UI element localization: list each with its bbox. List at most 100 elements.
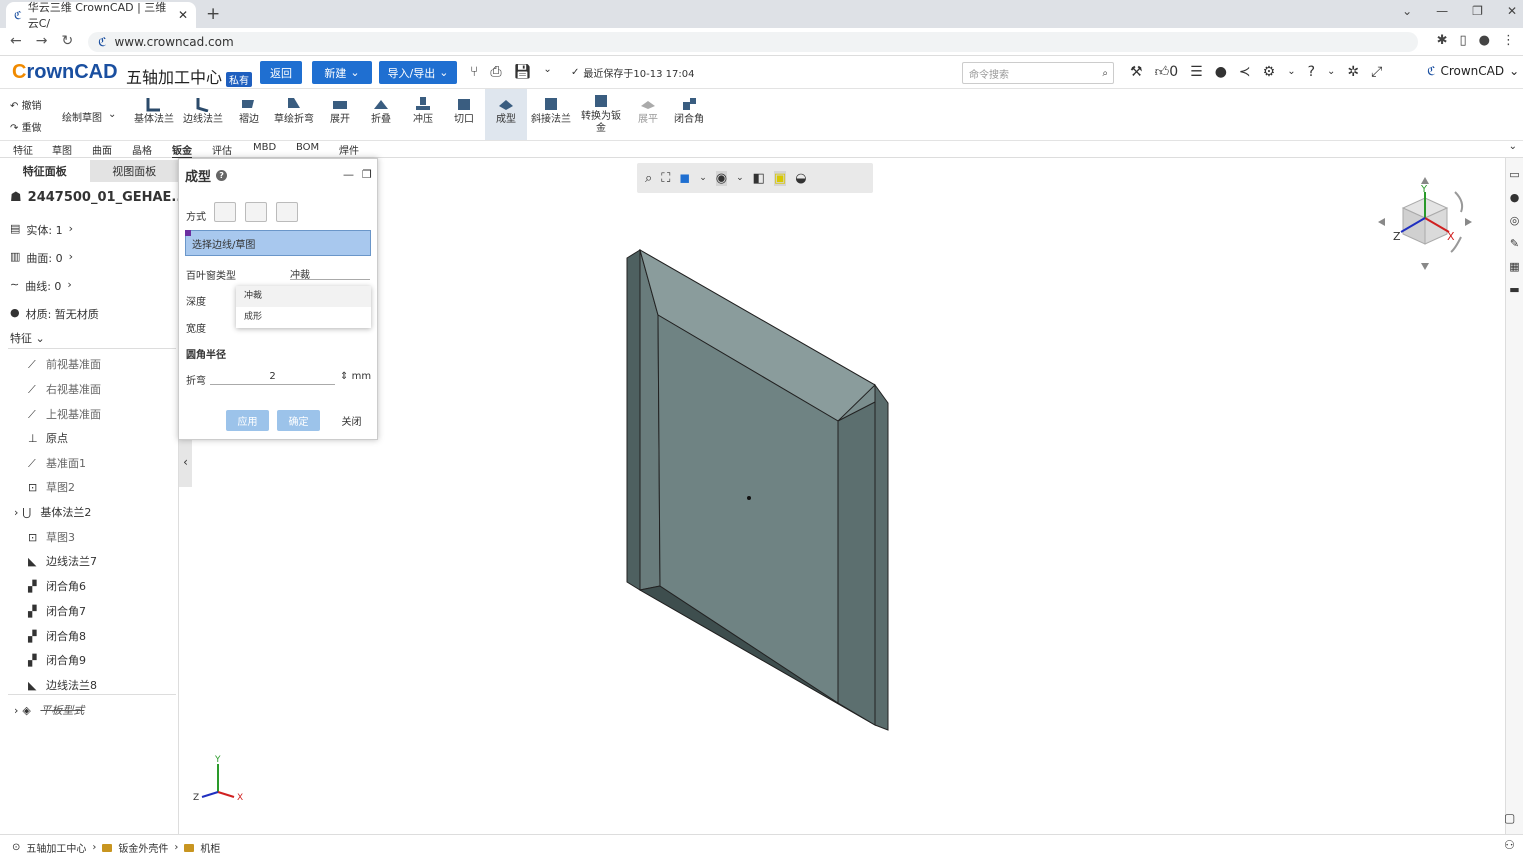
sketch-button[interactable]: 绘制草图 ⌄ [62, 109, 116, 124]
material-item[interactable]: ● 材质: 暂无材质 [10, 306, 99, 322]
visibility-icon[interactable]: ◉ [715, 170, 728, 186]
site-info-icon[interactable]: ℭ [98, 35, 106, 49]
tab-feature-panel[interactable]: 特征面板 [0, 160, 90, 182]
tool-cut[interactable]: 切口 [441, 96, 487, 126]
settings-icon[interactable]: ⚙ [1263, 64, 1276, 80]
browser-tab[interactable]: ℭ 华云三维 CrownCAD | 三维云C/ ✕ [6, 1, 196, 30]
back-icon[interactable]: ← [10, 33, 22, 49]
dropdown-option[interactable]: 冲裁 [236, 286, 371, 307]
chevron-down-icon[interactable]: ⌄ [736, 173, 744, 183]
tab-bom[interactable]: BOM [296, 142, 319, 153]
chevron-down-icon[interactable]: ⌄ [1287, 66, 1295, 77]
close-button[interactable]: 关闭 [330, 410, 373, 431]
tree-item[interactable]: ▞ 闭合角7 [28, 603, 86, 619]
curves-count[interactable]: ∼ 曲线: 0 › [10, 278, 72, 294]
tab-sheetmetal[interactable]: 钣金 [172, 142, 192, 159]
features-header[interactable]: 特征 ⌄ [10, 330, 45, 346]
tab-feature[interactable]: 特征 [13, 142, 33, 157]
tab-mbd[interactable]: MBD [253, 142, 276, 153]
extensions-icon[interactable]: ✱ [1437, 33, 1448, 48]
forward-icon[interactable]: → [36, 33, 48, 49]
shaded-icon[interactable]: ▣ [773, 170, 787, 186]
tree-item[interactable]: ▞ 闭合角6 [28, 578, 86, 594]
layers-icon[interactable]: ☰ [1190, 64, 1203, 80]
reload-icon[interactable]: ↻ [61, 33, 73, 49]
help-icon[interactable]: ? [1308, 64, 1315, 80]
popout-icon[interactable]: ❐ [362, 168, 372, 181]
tool-base-flange[interactable]: 基体法兰 [131, 96, 177, 126]
tree-item[interactable]: › ⋃ 基体法兰2 [14, 504, 91, 520]
dropdown-option[interactable]: 成形 [236, 307, 371, 328]
render-icon[interactable]: ◒ [795, 171, 806, 186]
collapse-panel-button[interactable]: ‹ [179, 437, 192, 487]
tab-surface[interactable]: 曲面 [92, 142, 112, 157]
search-icon[interactable]: ⌕ [1102, 68, 1108, 79]
tab-lattice[interactable]: 晶格 [132, 142, 152, 157]
chevron-down-icon[interactable]: ⌄ [699, 173, 707, 183]
breadcrumb-item[interactable]: 钣金外壳件 [118, 840, 168, 855]
redo-button[interactable]: ↷ 重做 [10, 118, 42, 140]
url-field[interactable]: ℭ www.crowncad.com [88, 32, 1418, 52]
tree-item[interactable]: ◣ 边线法兰8 [28, 677, 97, 693]
tool-forming[interactable]: 成型 [485, 89, 527, 140]
mode-option-3[interactable] [276, 202, 298, 222]
restore-icon[interactable]: ❐ [1472, 4, 1483, 18]
breadcrumb-item[interactable]: 机柜 [200, 840, 220, 855]
save-icon[interactable]: 💾︎ [514, 64, 532, 80]
tab-sketch[interactable]: 草图 [52, 142, 72, 157]
tab-weldment[interactable]: 焊件 [339, 142, 359, 157]
sidepanel-icon[interactable]: ▯ [1460, 33, 1467, 48]
profile-icon[interactable]: ● [1479, 33, 1490, 48]
chevron-down-icon[interactable]: ⌄ [1327, 66, 1335, 77]
chevron-down-icon[interactable]: ⌄ [543, 64, 551, 80]
tool-hem[interactable]: 褶边 [226, 96, 272, 126]
tree-item[interactable]: ⊡ 草图2 [28, 479, 75, 495]
close-window-icon[interactable]: ✕ [1507, 4, 1517, 18]
chevron-down-icon[interactable]: ⌄ [1509, 141, 1517, 152]
tree-item[interactable]: ⟋ 上视基准面 [28, 406, 101, 422]
minimize-icon[interactable]: — [343, 168, 354, 181]
tool-convert-sheetmetal[interactable]: 转换为钣金 [578, 93, 624, 135]
mode-option-1[interactable] [214, 202, 236, 222]
solids-count[interactable]: ▤ 实体: 1 › [10, 222, 73, 238]
tree-item[interactable]: ▞ 闭合角9 [28, 652, 86, 668]
library-icon[interactable]: ◎ [1506, 214, 1523, 227]
tab-evaluate[interactable]: 评估 [212, 142, 232, 157]
sheetmetal-part-model[interactable] [600, 240, 900, 745]
section-view-icon[interactable]: ◧ [753, 171, 765, 186]
like-icon[interactable]: 👍︎0 [1155, 63, 1179, 80]
tool-closed-corner[interactable]: 闭合角 [666, 96, 712, 126]
help-icon[interactable]: ? [216, 170, 228, 181]
tree-item[interactable]: ⟋ 右视基准面 [28, 381, 101, 397]
chat-icon[interactable]: ● [1215, 64, 1227, 80]
edge-sketch-selector[interactable]: 选择边线/草图 [185, 230, 371, 256]
tree-item[interactable]: ⟋ 基准面1 [28, 455, 86, 471]
tool-flatten[interactable]: 展平 [625, 96, 671, 126]
tree-item[interactable]: ⊥ 原点 [28, 430, 68, 446]
ok-button[interactable]: 确定 [277, 410, 320, 431]
fullscreen-icon[interactable]: ⤢ [1371, 64, 1382, 80]
user-menu[interactable]: ℭ CrownCAD ⌄ [1427, 64, 1519, 78]
tab-view-panel[interactable]: 视图面板 [89, 160, 179, 182]
tree-item[interactable]: › ◈ 平板型式 [14, 702, 84, 718]
tree-item[interactable]: ◣ 边线法兰7 [28, 553, 97, 569]
menu-icon[interactable]: ⋮ [1502, 33, 1515, 48]
comment-icon[interactable]: ▢ [1504, 811, 1515, 825]
tree-item[interactable]: ⟋ 前视基准面 [28, 356, 101, 372]
surfaces-count[interactable]: ▥ 曲面: 0 › [10, 250, 73, 266]
tools-icon[interactable]: ⚒ [1130, 64, 1143, 80]
notes-icon[interactable]: ▬ [1506, 283, 1523, 296]
undo-button[interactable]: ↶ 撤销 [10, 96, 42, 118]
back-button[interactable]: 返回 [260, 61, 302, 84]
minimize-icon[interactable]: — [1436, 4, 1448, 18]
tool-sketch-bend[interactable]: 草绘折弯 [271, 96, 317, 126]
view-cube-icon[interactable]: ◼ [679, 171, 690, 186]
breadcrumb-item[interactable]: 五轴加工中心 [26, 840, 86, 855]
new-tab-icon[interactable]: + [206, 4, 220, 24]
tab-search-icon[interactable]: ⌄ [1402, 4, 1412, 18]
navigation-cube[interactable]: Y X Z [1375, 172, 1475, 272]
tree-item[interactable]: ▞ 闭合角8 [28, 628, 86, 644]
tool-fold[interactable]: 折叠 [358, 96, 404, 126]
palette-icon[interactable]: ▦ [1506, 260, 1523, 273]
tool-unfold[interactable]: 展开 [317, 96, 363, 126]
